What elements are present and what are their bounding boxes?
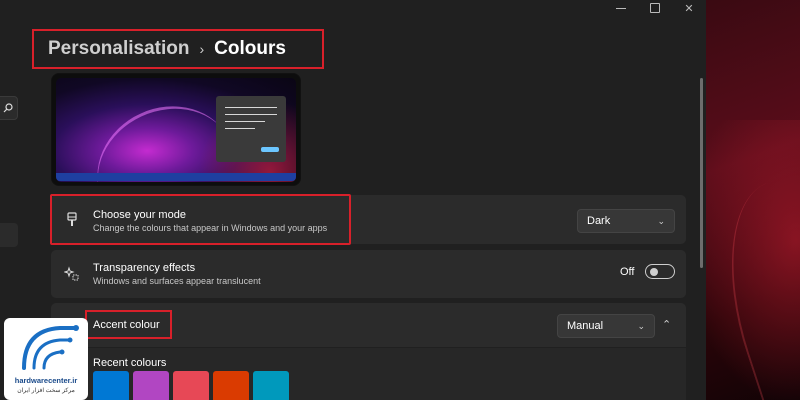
theme-preview [51, 73, 301, 186]
breadcrumb-separator: › [199, 41, 205, 57]
colour-swatch-2[interactable] [133, 371, 169, 400]
mode-dropdown[interactable]: Dark ⌄ [577, 209, 675, 233]
chevron-down-icon: ⌄ [637, 320, 645, 331]
sparkle-icon [63, 265, 81, 283]
preview-accent-button [261, 147, 279, 152]
close-icon: ✕ [684, 2, 694, 15]
sidebar-search-input[interactable] [0, 96, 18, 120]
transparency-state-label: Off [620, 266, 635, 278]
sidebar-item-selected[interactable] [0, 223, 18, 247]
transparency-title: Transparency effects [93, 262, 196, 274]
transparency-card: Transparency effects Windows and surface… [51, 250, 686, 298]
accent-dropdown-value: Manual [567, 320, 604, 332]
choose-mode-subtitle: Change the colours that appear in Window… [93, 223, 328, 233]
recent-colours-label: Recent colours [93, 357, 167, 369]
transparency-subtitle: Windows and surfaces appear translucent [93, 276, 261, 286]
breadcrumb-parent[interactable]: Personalisation [48, 38, 190, 60]
chevron-down-icon: ⌄ [657, 215, 665, 226]
colour-swatch-4[interactable] [213, 371, 249, 400]
chevron-up-icon[interactable]: ⌃ [662, 318, 671, 331]
choose-mode-title: Choose your mode [93, 209, 186, 221]
scrollbar[interactable] [700, 78, 703, 268]
toggle-knob [650, 268, 658, 276]
breadcrumb: Personalisation › Colours [32, 29, 324, 69]
paintbrush-icon [63, 211, 81, 229]
preview-taskbar [56, 173, 296, 181]
watermark-logo: hardwarecenter.ir مرکز سخت افزار ایران [4, 318, 88, 400]
minimize-icon [616, 7, 626, 9]
circuit-logo-icon [22, 325, 79, 370]
settings-window: ✕ Personalisation › Colours Choose your … [0, 0, 706, 400]
preview-window [216, 96, 286, 162]
close-button[interactable]: ✕ [672, 0, 706, 16]
watermark-tagline: مرکز سخت افزار ایران [17, 388, 75, 394]
accent-colour-title: Accent colour [93, 319, 160, 331]
colour-swatch-3[interactable] [173, 371, 209, 400]
minimize-button[interactable] [604, 0, 638, 16]
maximize-button[interactable] [638, 0, 672, 16]
colour-swatch-1[interactable] [93, 371, 129, 400]
desktop-wallpaper [706, 0, 800, 400]
page-title: Colours [214, 38, 286, 59]
transparency-toggle[interactable] [645, 264, 675, 279]
window-controls: ✕ [604, 0, 706, 16]
watermark-brand: hardwarecenter.ir [14, 376, 78, 385]
maximize-icon [650, 3, 660, 13]
colour-swatch-5[interactable] [253, 371, 289, 400]
mode-dropdown-value: Dark [587, 215, 611, 227]
search-icon [3, 103, 13, 113]
accent-dropdown[interactable]: Manual ⌄ [557, 314, 655, 338]
